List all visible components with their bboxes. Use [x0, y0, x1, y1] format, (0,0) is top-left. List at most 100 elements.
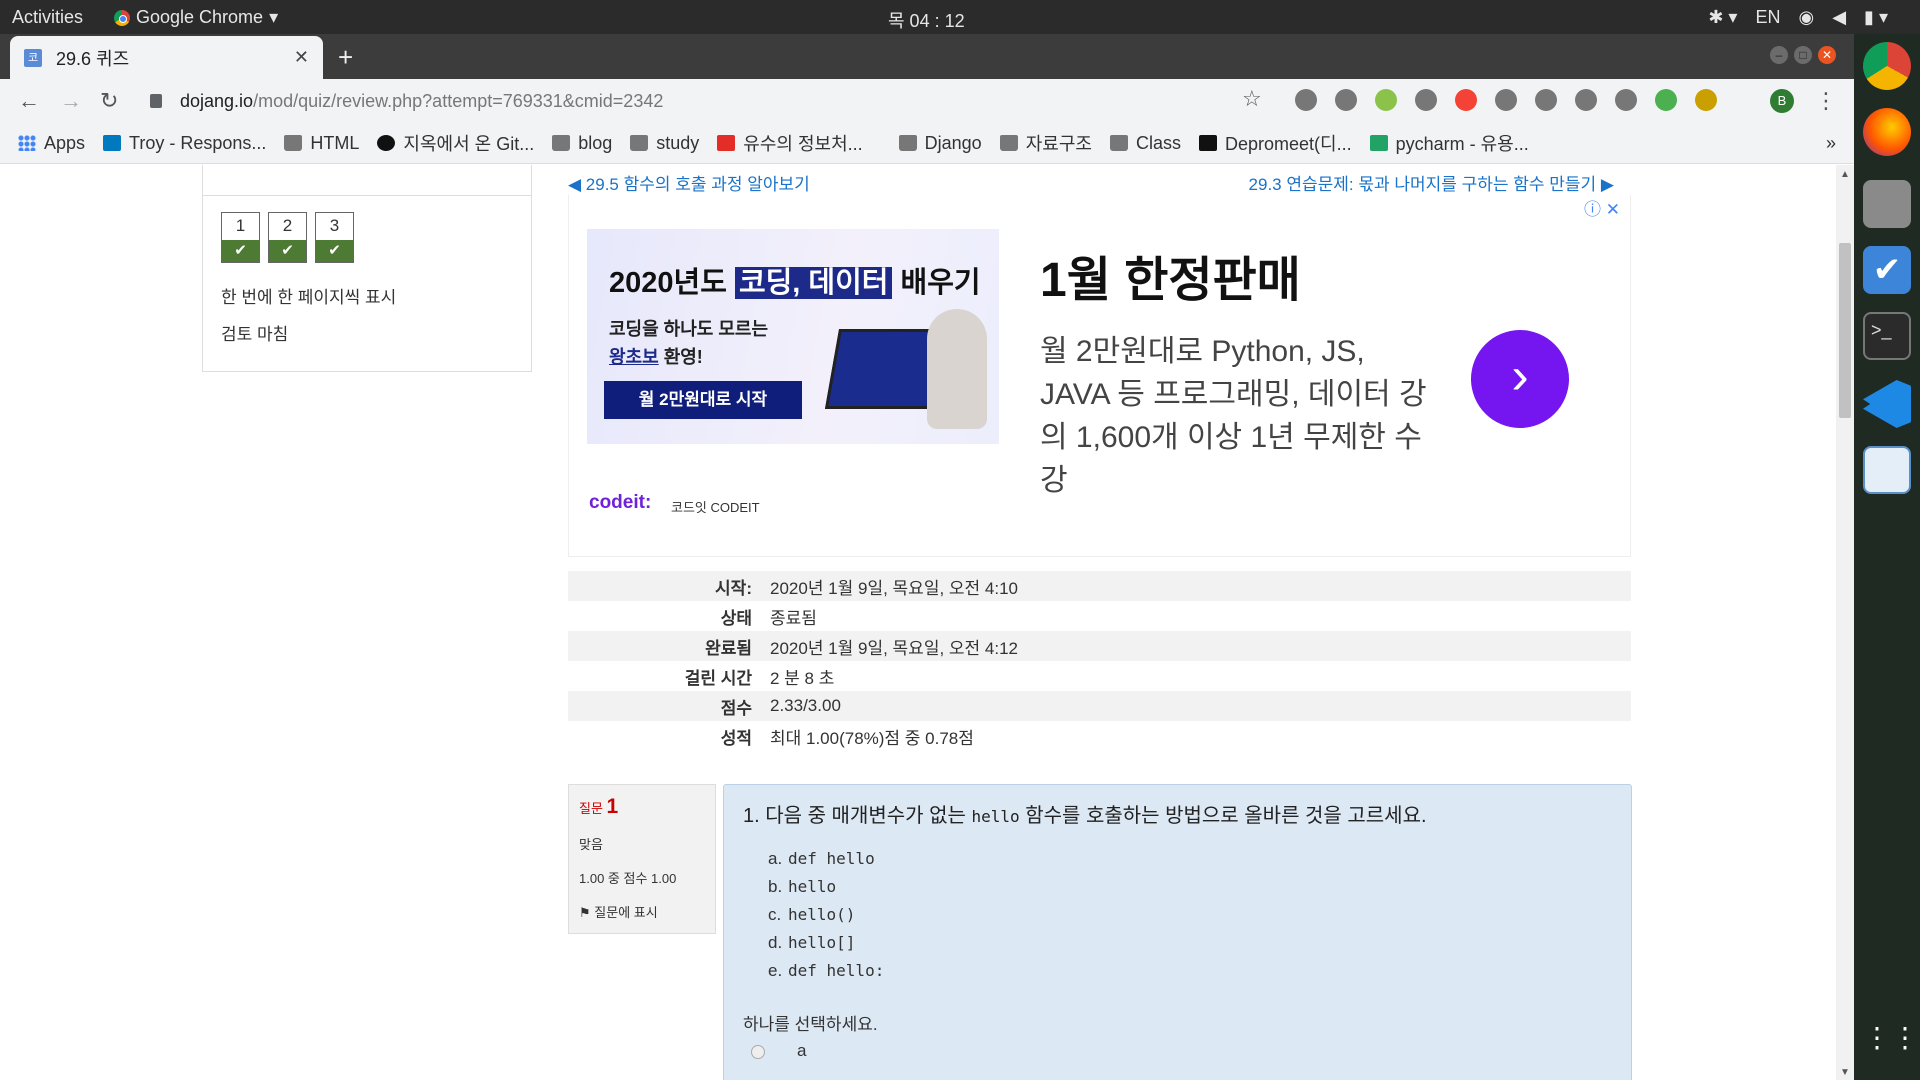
bookmark-item[interactable]: Class: [1109, 132, 1181, 154]
extension-icon[interactable]: [1375, 89, 1397, 111]
option-code: hello: [788, 877, 837, 896]
close-tab-icon[interactable]: ✕: [294, 47, 309, 68]
extension-icon[interactable]: [1455, 89, 1477, 111]
extension-icon[interactable]: [1655, 89, 1677, 111]
lock-icon[interactable]: [150, 94, 162, 108]
bookmark-label: Django: [924, 132, 982, 153]
language-indicator[interactable]: EN: [1755, 7, 1780, 28]
bookmark-label: Apps: [44, 132, 86, 153]
extension-icon[interactable]: [1335, 89, 1357, 111]
close-window-button[interactable]: ✕: [1818, 46, 1836, 64]
summary-value: 2.33/3.00: [770, 696, 841, 715]
back-button[interactable]: ←: [18, 88, 40, 114]
bookmarks-bar: Apps Troy - Respons... HTML 지옥에서 온 Git... bl…: [0, 123, 1854, 164]
dot-icon: [377, 135, 396, 151]
bookmark-item[interactable]: 지옥에서 온 Git...: [377, 130, 534, 156]
show-one-page-link[interactable]: 한 번에 한 페이지씩 표시: [221, 283, 396, 308]
answer-option: c. hello(): [768, 901, 884, 929]
bookmark-item[interactable]: study: [630, 133, 699, 154]
page-scrollbar[interactable]: ▲ ▼: [1836, 165, 1854, 1080]
m-icon: [1198, 135, 1217, 151]
option-code: hello(): [788, 905, 856, 924]
extension-icon[interactable]: [1295, 89, 1317, 111]
menu-kebab-icon[interactable]: ⋮: [1815, 88, 1837, 114]
check-icon: ✔: [316, 240, 353, 262]
answer-radio[interactable]: [751, 1045, 765, 1059]
question-number: 1: [235, 216, 246, 235]
bookmarks-overflow-button[interactable]: »: [1826, 133, 1836, 154]
maximize-button[interactable]: □: [1794, 46, 1812, 64]
bookmark-item[interactable]: pycharm - 유용...: [1369, 130, 1529, 156]
clock[interactable]: 목 04 : 12: [888, 7, 965, 33]
summary-key: 걸린 시간: [684, 668, 752, 688]
accessibility-icon[interactable]: ✱ ▾: [1708, 7, 1737, 28]
summary-value: 종료됨: [770, 608, 817, 628]
bookmark-item[interactable]: Troy - Respons...: [103, 133, 266, 154]
option-letter: e.: [768, 961, 783, 980]
bookmark-item[interactable]: Depromeet(디...: [1198, 130, 1352, 156]
new-tab-button[interactable]: +: [338, 42, 353, 73]
ad-line2: 왕초보 환영!: [609, 343, 768, 371]
answer-options: a. def hello b. hello c. hello() d. hello[] e. de…: [768, 845, 884, 985]
tasks-dock-icon[interactable]: ✔: [1863, 246, 1911, 294]
question-number: 3: [329, 216, 340, 235]
scroll-down-arrow[interactable]: ▼: [1840, 1067, 1850, 1078]
bookmark-item[interactable]: HTML: [284, 133, 359, 154]
review-summary-table: 시작: 2020년 1월 9일, 목요일, 오전 4:10 상태 종료됨 완료됨 2020…: [568, 571, 1631, 751]
activities-button[interactable]: Activities: [12, 7, 83, 28]
profile-avatar[interactable]: B: [1770, 89, 1794, 113]
ad-image[interactable]: 2020년도 코딩, 데이터 배우기 코딩을 하나도 모르는 왕초보 환영! 월…: [587, 229, 999, 444]
extension-icon[interactable]: [1495, 89, 1517, 111]
scrollbar-thumb[interactable]: [1839, 243, 1851, 418]
ad-info-close-icon[interactable]: ⓘ ✕: [1584, 195, 1620, 220]
ad-arrow-button[interactable]: ›: [1471, 330, 1569, 428]
extension-icon[interactable]: [1415, 89, 1437, 111]
app-menu[interactable]: Google Chrome ▾: [114, 7, 278, 28]
folder-icon: [284, 135, 303, 151]
reload-button[interactable]: ↻: [100, 88, 118, 114]
address-bar[interactable]: dojang.io/mod/quiz/review.php?attempt=76…: [150, 86, 1250, 116]
next-page-link[interactable]: 29.3 연습문제: 몫과 나머지를 구하는 함수 만들기 ▶: [1249, 170, 1614, 195]
ad-headline-post: 배우기: [892, 267, 981, 299]
extension-icon[interactable]: [1695, 89, 1717, 111]
advertisement-banner[interactable]: ⓘ ✕ 2020년도 코딩, 데이터 배우기 코딩을 하나도 모르는 왕초보 환…: [568, 195, 1631, 557]
extension-icon[interactable]: [1615, 89, 1637, 111]
prev-page-link[interactable]: ◀ 29.5 함수의 호출 과정 알아보기: [568, 170, 810, 195]
bookmark-item[interactable]: 유수의 정보처...: [717, 130, 863, 156]
terminal-dock-icon[interactable]: >_: [1863, 312, 1911, 360]
image-viewer-dock-icon[interactable]: [1863, 446, 1911, 494]
browser-tab[interactable]: 코 29.6 퀴즈 ✕: [10, 36, 323, 79]
bookmark-label: 지옥에서 온 Git...: [403, 134, 535, 154]
files-dock-icon[interactable]: [1863, 180, 1911, 228]
question-number: 2: [282, 216, 293, 235]
show-apps-grid-icon[interactable]: ⋮⋮⋮: [1863, 1014, 1920, 1062]
flag-question-link[interactable]: ⚑ 질문에 표시: [579, 902, 705, 921]
bookmark-label: Class: [1135, 132, 1181, 153]
ad-start-button[interactable]: 월 2만원대로 시작: [604, 381, 802, 419]
quiz-question-button[interactable]: 2 ✔: [268, 212, 307, 263]
summary-row: 상태 종료됨: [568, 601, 1631, 631]
vscode-dock-icon[interactable]: [1863, 380, 1911, 428]
firefox-dock-icon[interactable]: [1863, 108, 1911, 156]
extension-icon[interactable]: [1575, 89, 1597, 111]
question-status: 맞음: [579, 837, 603, 852]
bookmark-item[interactable]: Django: [898, 132, 982, 154]
minimize-button[interactable]: –: [1770, 46, 1788, 64]
bookmark-item[interactable]: Apps: [18, 133, 85, 154]
bookmark-star-icon[interactable]: ☆: [1242, 86, 1262, 112]
option-letter: b.: [768, 877, 783, 896]
system-tray[interactable]: ✱ ▾ EN ◉ ◀ ▮ ▾: [1708, 7, 1888, 28]
bookmark-item[interactable]: blog: [552, 133, 612, 154]
finish-review-link[interactable]: 검토 마침: [221, 320, 288, 345]
scroll-up-arrow[interactable]: ▲: [1840, 169, 1850, 180]
answer-radio-label[interactable]: a: [797, 1041, 806, 1061]
answer-option: b. hello: [768, 873, 884, 901]
chrome-dock-icon[interactable]: [1863, 42, 1911, 90]
question-text: 1. 다음 중 매개변수가 없는 hello 함수를 호출하는 방법으로 올바른…: [743, 799, 1427, 828]
summary-key: 시작:: [715, 578, 752, 598]
bookmark-item[interactable]: 자료구조: [999, 130, 1092, 156]
quiz-question-button[interactable]: 1 ✔: [221, 212, 260, 263]
extension-icon[interactable]: [1535, 89, 1557, 111]
forward-button[interactable]: →: [60, 88, 82, 114]
quiz-question-button[interactable]: 3 ✔: [315, 212, 354, 263]
